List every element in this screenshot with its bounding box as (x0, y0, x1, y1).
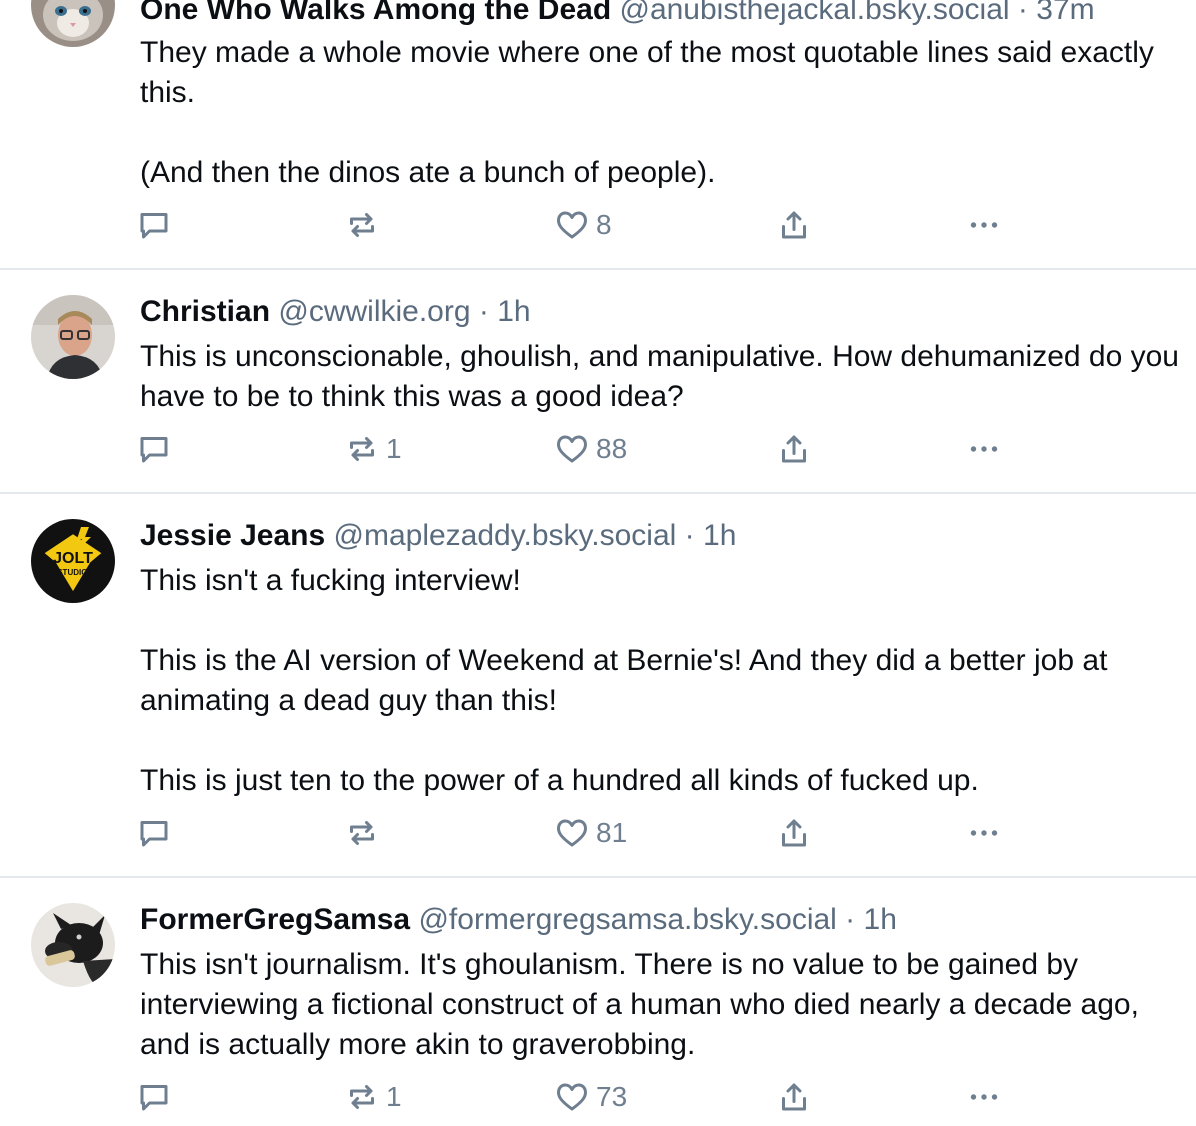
separator-dot: · (845, 903, 856, 936)
share-icon (782, 819, 806, 847)
separator-dot: · (684, 519, 695, 552)
like-count: 8 (596, 209, 612, 240)
reply-button[interactable] (136, 429, 172, 469)
jolt-studios-logo-icon: JOLT STUDIOS (31, 519, 115, 603)
reply-icon (140, 213, 168, 239)
reply-icon (140, 1085, 168, 1111)
person-avatar-icon (31, 295, 115, 379)
like-button[interactable]: 73 (554, 1077, 627, 1117)
avatar[interactable] (31, 903, 115, 987)
more-options-button[interactable] (966, 1077, 1002, 1117)
like-count: 81 (596, 817, 628, 848)
author-name[interactable]: Jessie Jeans (140, 519, 325, 552)
reply-icon (140, 821, 168, 847)
share-button[interactable] (776, 205, 812, 245)
avatar-logo-text: JOLT (53, 550, 93, 567)
post-text: They made a whole movie where one of the… (140, 36, 1154, 189)
more-options-button[interactable] (966, 813, 1002, 853)
thread-feed: One Who Walks Among the Dead @anubisthej… (0, 0, 1196, 1126)
more-options-icon (970, 222, 998, 228)
repost-button[interactable] (344, 205, 386, 245)
like-button[interactable]: 81 (554, 813, 627, 853)
separator-dot: · (1017, 0, 1028, 26)
post-text: This isn't journalism. It's ghoulanism. … (140, 948, 1148, 1061)
author-name[interactable]: FormerGregSamsa (140, 903, 410, 936)
share-icon (782, 435, 806, 463)
author-name[interactable]: Christian (140, 295, 270, 328)
repost-icon (350, 821, 374, 845)
share-button[interactable] (776, 813, 812, 853)
author-handle[interactable]: @cwwilkie.org (278, 295, 470, 328)
heart-icon (557, 1083, 587, 1111)
post-time[interactable]: 1h (497, 295, 530, 328)
repost-icon (350, 437, 374, 461)
more-options-icon (970, 830, 998, 836)
author-name[interactable]: One Who Walks Among the Dead (140, 0, 611, 26)
repost-button[interactable]: 1 (344, 429, 402, 469)
like-count: 88 (596, 433, 628, 464)
dog-avatar-icon (31, 903, 115, 987)
avatar[interactable] (31, 295, 115, 379)
share-icon (782, 1083, 806, 1111)
repost-icon (350, 1085, 374, 1109)
like-button[interactable]: 88 (554, 429, 627, 469)
more-options-button[interactable] (966, 429, 1002, 469)
post-time[interactable]: 1h (703, 519, 736, 552)
post-actions: 1 73 (136, 1077, 1016, 1117)
post-time[interactable]: 1h (864, 903, 897, 936)
avatar-logo-subtext: STUDIOS (57, 568, 93, 577)
post-header: FormerGregSamsa @formergregsamsa.bsky.so… (140, 902, 1186, 938)
repost-icon (350, 213, 374, 237)
separator-dot: · (478, 295, 489, 328)
post-item[interactable]: One Who Walks Among the Dead @anubisthej… (0, 0, 1196, 270)
share-button[interactable] (776, 1077, 812, 1117)
post-header: Christian @cwwilkie.org · 1h (140, 294, 1186, 330)
heart-icon (557, 435, 587, 463)
repost-count: 1 (386, 433, 402, 464)
author-handle[interactable]: @anubisthejackal.bsky.social (619, 0, 1009, 26)
avatar[interactable] (31, 0, 115, 47)
reply-icon (140, 437, 168, 463)
author-handle[interactable]: @formergregsamsa.bsky.social (418, 903, 836, 936)
post-item[interactable]: FormerGregSamsa @formergregsamsa.bsky.so… (0, 878, 1196, 1126)
cat-avatar-icon (31, 0, 115, 47)
repost-button[interactable]: 1 (344, 1077, 402, 1117)
post-actions: 8 (136, 205, 1016, 245)
heart-icon (557, 819, 587, 847)
share-button[interactable] (776, 429, 812, 469)
more-options-icon (970, 446, 998, 452)
post-actions: 81 (136, 813, 1016, 853)
reply-button[interactable] (136, 1077, 172, 1117)
post-item[interactable]: Christian @cwwilkie.org · 1h This is unc… (0, 270, 1196, 494)
more-options-icon (970, 1094, 998, 1100)
heart-icon (557, 211, 587, 239)
repost-button[interactable] (344, 813, 386, 853)
post-time[interactable]: 37m (1036, 0, 1094, 26)
like-count: 73 (596, 1081, 628, 1112)
post-header: One Who Walks Among the Dead @anubisthej… (140, 0, 1186, 28)
post-actions: 1 88 (136, 429, 1016, 469)
reply-button[interactable] (136, 813, 172, 853)
post-item[interactable]: JOLT STUDIOS Jessie Jeans @maplezaddy.bs… (0, 494, 1196, 878)
reply-button[interactable] (136, 205, 172, 245)
author-handle[interactable]: @maplezaddy.bsky.social (334, 519, 677, 552)
post-text: This is unconscionable, ghoulish, and ma… (140, 340, 1188, 413)
repost-count: 1 (386, 1081, 402, 1112)
avatar[interactable]: JOLT STUDIOS (31, 519, 115, 603)
like-button[interactable]: 8 (554, 205, 612, 245)
post-text: This isn't a fucking interview! This is … (140, 564, 1108, 797)
post-header: Jessie Jeans @maplezaddy.bsky.social · 1… (140, 518, 1186, 554)
more-options-button[interactable] (966, 205, 1002, 245)
share-icon (782, 211, 806, 239)
